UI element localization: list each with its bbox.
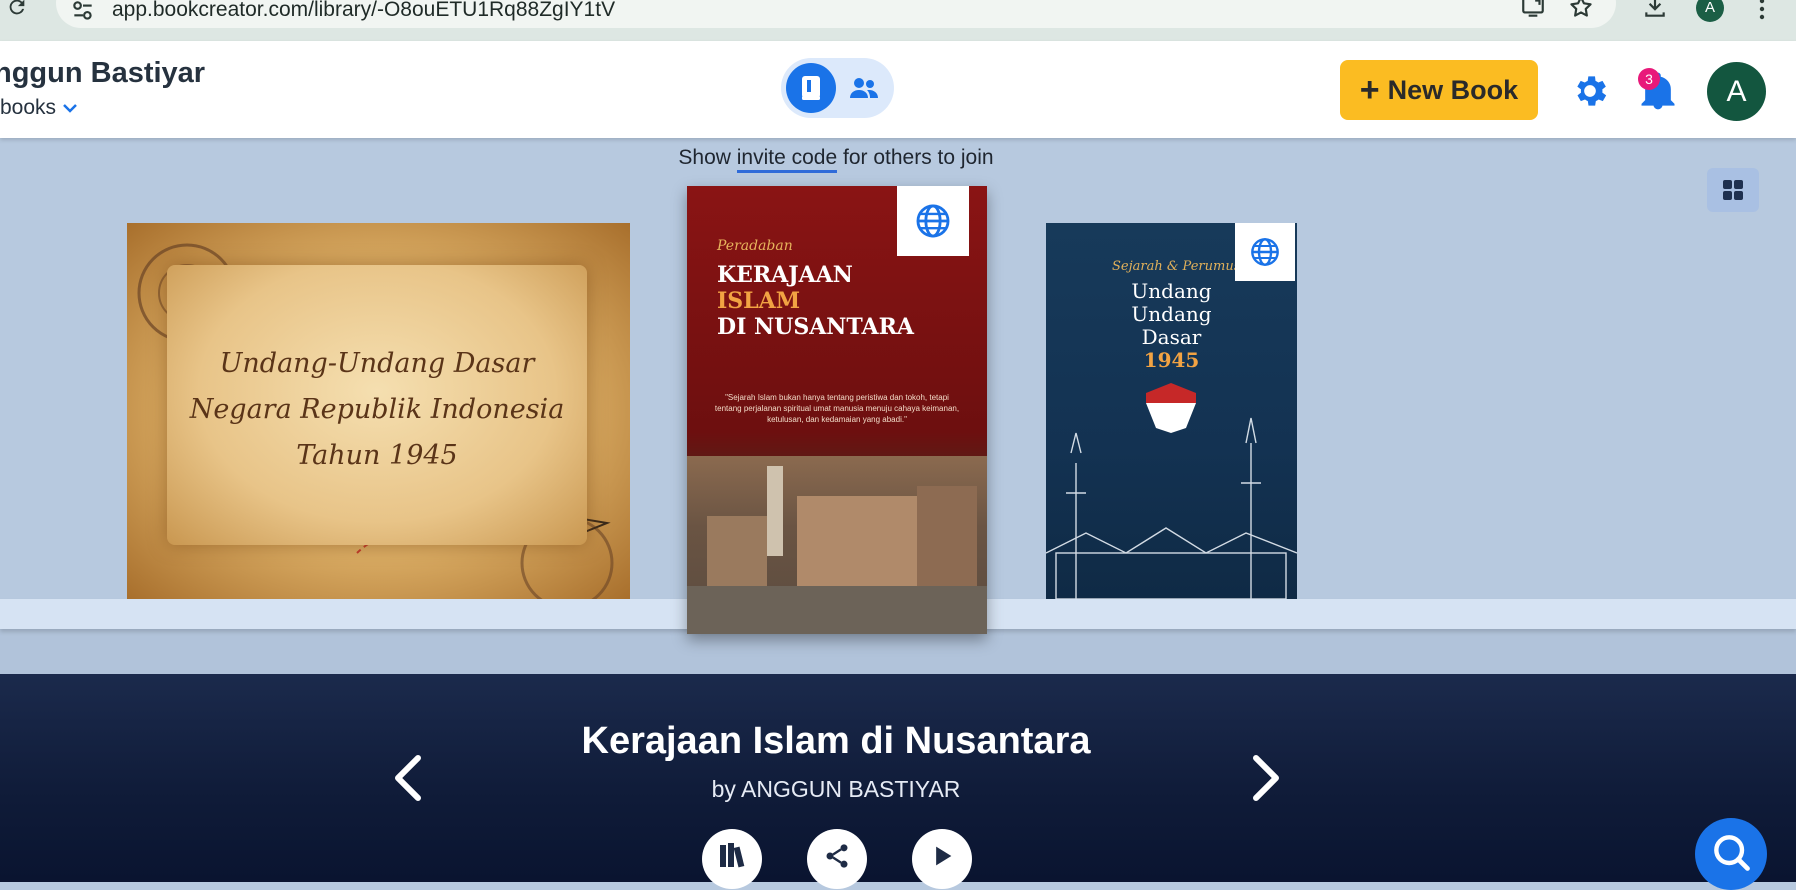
cover-line: Tahun 1945 — [296, 440, 458, 471]
address-bar[interactable]: app.bookcreator.com/library/-O8ouETU1Rq8… — [56, 0, 1616, 28]
move-to-library-button[interactable] — [702, 829, 762, 889]
grid-view-button[interactable] — [1707, 168, 1759, 212]
people-icon — [850, 78, 878, 98]
grid-icon — [1723, 180, 1743, 200]
invite-code-link[interactable]: invite code — [736, 146, 838, 173]
cast-icon[interactable] — [1520, 0, 1546, 20]
globe-icon — [916, 204, 950, 238]
selected-book-title: Kerajaan Islam di Nusantara — [581, 720, 1091, 762]
library-filter-label: books — [0, 96, 57, 119]
share-button[interactable] — [807, 829, 867, 889]
browser-toolbar: app.bookcreator.com/library/-O8ouETU1Rq8… — [0, 0, 1796, 41]
cover-line: Negara Republik Indonesia — [189, 394, 565, 425]
library-filter-dropdown[interactable]: books — [0, 96, 78, 120]
invite-prefix: Show — [678, 146, 737, 169]
app-header: nggun Bastiyar books + New Book 3 A — [0, 41, 1796, 138]
garuda-and-city-illustration — [1046, 383, 1297, 599]
notification-badge: 3 — [1638, 68, 1660, 90]
people-view-button[interactable] — [839, 63, 889, 113]
shelf-base — [0, 629, 1796, 674]
next-book-arrow[interactable] — [1246, 752, 1286, 804]
read-book-button[interactable] — [912, 829, 972, 889]
browser-profile-avatar[interactable]: A — [1696, 0, 1724, 22]
books-view-button[interactable] — [786, 63, 836, 113]
cover-line: Undang-Undang Dasar — [219, 348, 535, 379]
city-skyline — [687, 466, 987, 634]
gear-icon[interactable] — [1570, 71, 1610, 111]
download-icon[interactable] — [1642, 0, 1668, 20]
book-3-title-line: Undang — [1131, 302, 1212, 326]
globe-icon — [1251, 238, 1279, 266]
book-2-quote: "Sejarah Islam bukan hanya tentang peris… — [714, 393, 960, 424]
new-book-label: New Book — [1387, 74, 1519, 105]
tune-icon[interactable] — [70, 0, 96, 24]
url-text[interactable]: app.bookcreator.com/library/-O8ouETU1Rq8… — [112, 0, 615, 22]
book-3-title-line: 1945 — [1143, 348, 1200, 372]
book-2-kicker: Peradaban — [717, 238, 793, 254]
book-icon — [802, 76, 820, 100]
book-2-title-line: ISLAM — [717, 288, 801, 314]
search-button[interactable] — [1695, 818, 1767, 890]
plus-icon: + — [1359, 71, 1380, 109]
selected-book-author: by ANGGUN BASTIYAR — [711, 776, 961, 802]
library-owner-name: nggun Bastiyar — [0, 57, 206, 89]
book-cover-kerajaan-islam[interactable]: Peradaban KERAJAAN ISLAM DI NUSANTARA "S… — [687, 186, 987, 634]
new-book-button[interactable]: + New Book — [1340, 60, 1538, 120]
share-icon — [826, 844, 848, 868]
previous-book-arrow[interactable] — [388, 752, 428, 804]
invite-suffix: for others to join — [837, 146, 994, 169]
user-avatar[interactable]: A — [1707, 62, 1766, 121]
book-2-title-line: KERAJAAN — [717, 262, 853, 288]
book-1-cover-title: Undang-Undang Dasar Negara Republik Indo… — [167, 341, 587, 479]
book-info-panel: Kerajaan Islam di Nusantara by ANGGUN BA… — [0, 674, 1796, 889]
search-icon — [1714, 835, 1750, 871]
star-icon[interactable] — [1568, 0, 1594, 20]
city-illustration — [687, 456, 987, 634]
book-3-title-line: Undang — [1131, 279, 1212, 303]
book-3-kicker: Sejarah & Perumus — [1112, 259, 1241, 274]
book-2-title-line: DI NUSANTARA — [717, 314, 914, 340]
invite-prompt: Show invite code for others to join — [0, 146, 1672, 173]
public-book-badge — [1235, 223, 1295, 281]
chevron-down-icon — [63, 104, 77, 113]
reload-icon[interactable] — [6, 0, 28, 18]
play-icon — [936, 846, 952, 866]
public-book-badge — [897, 186, 969, 256]
library-books-icon — [720, 843, 745, 868]
book-cover-undang-undang-dasar[interactable]: Undang-Undang Dasar Negara Republik Indo… — [127, 223, 630, 599]
book-cover-uud-1945[interactable]: Sejarah & Perumus Undang Undang Dasar 19… — [1046, 223, 1297, 599]
view-toggle — [781, 58, 894, 118]
kebab-menu-icon[interactable] — [1752, 0, 1772, 22]
book-3-title-line: Dasar — [1141, 325, 1202, 349]
